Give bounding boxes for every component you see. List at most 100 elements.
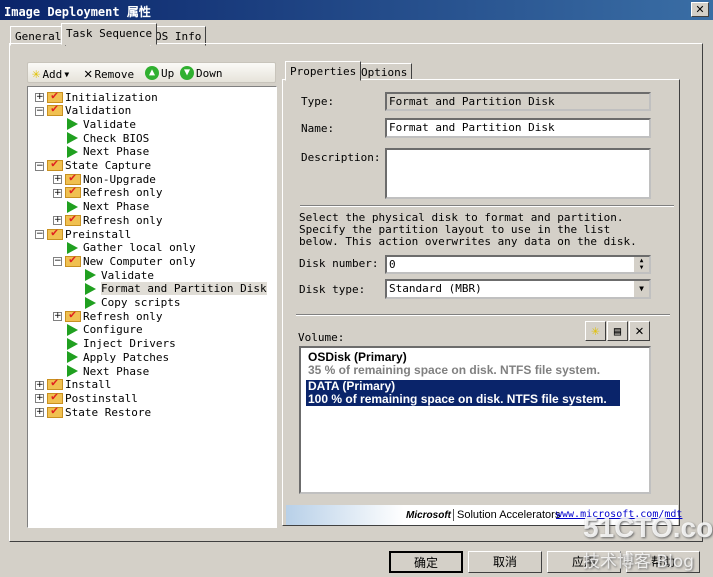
- step-play-icon: [85, 269, 96, 282]
- group-folder-icon: [47, 403, 63, 418]
- collapse-icon[interactable]: −: [35, 161, 44, 171]
- dropdown-arrow-icon: ▼: [64, 69, 70, 79]
- down-button[interactable]: ▼ Down: [180, 66, 223, 80]
- new-volume-button[interactable]: ✳: [585, 321, 606, 341]
- type-label: Type:: [301, 95, 335, 108]
- watermark-site: 51CTO.com: [583, 512, 713, 543]
- ok-button[interactable]: 确定: [389, 551, 463, 573]
- tree-item[interactable]: New Computer only: [65, 252, 196, 268]
- step-play-icon: [85, 282, 96, 295]
- divider: [296, 314, 670, 316]
- tree-item[interactable]: Preinstall: [47, 225, 132, 241]
- add-button[interactable]: ✳ Add ▼: [32, 66, 69, 82]
- tree-item-label: New Computer only: [83, 254, 196, 268]
- new-star-icon: ✳: [591, 323, 600, 339]
- tree-item-label: Install: [65, 378, 112, 392]
- tree-item[interactable]: Non-Upgrade: [65, 170, 156, 186]
- type-field: Format and Partition Disk: [385, 92, 651, 111]
- step-play-icon: [67, 132, 78, 145]
- disk-number-input[interactable]: 0 ▲ ▼: [385, 255, 651, 274]
- expand-icon[interactable]: +: [53, 188, 62, 198]
- volume-properties-button[interactable]: ▤: [607, 321, 628, 341]
- tree-item[interactable]: Validation: [47, 101, 131, 118]
- tab-properties[interactable]: Properties: [285, 61, 362, 81]
- properties-icon: ▤: [613, 324, 622, 338]
- group-folder-icon: [47, 156, 63, 171]
- tree-item-label: State Capture: [65, 159, 152, 172]
- disk-type-select[interactable]: Standard (MBR) ▼: [385, 279, 651, 299]
- collapse-icon[interactable]: −: [35, 230, 44, 239]
- disk-number-label: Disk number:: [299, 257, 379, 270]
- tree-item[interactable]: Next Phase: [65, 145, 149, 159]
- tree-item[interactable]: Copy scripts: [83, 296, 180, 310]
- watermark-sub: 技术博客 Blog: [583, 552, 694, 572]
- volume-item[interactable]: DATA (Primary) 100 % of remaining space o…: [306, 380, 620, 406]
- spinner-icon[interactable]: ▲ ▼: [634, 257, 649, 272]
- tree-item-label: Configure: [83, 323, 143, 337]
- group-folder-icon: [65, 307, 81, 322]
- up-button[interactable]: ▲ Up: [145, 66, 174, 80]
- task-sequence-tree[interactable]: +Initialization−ValidationValidateCheck …: [27, 86, 277, 528]
- tab-task-sequence[interactable]: Task Sequence: [61, 23, 158, 45]
- tree-item[interactable]: Gather local only: [65, 241, 196, 255]
- tree-item-label: Copy scripts: [101, 296, 181, 309]
- tree-item[interactable]: Validate: [65, 117, 136, 131]
- expand-icon[interactable]: +: [53, 175, 62, 185]
- collapse-icon[interactable]: −: [35, 106, 44, 116]
- expand-icon[interactable]: +: [35, 394, 44, 404]
- disk-type-label: Disk type:: [299, 283, 366, 296]
- tree-item[interactable]: Apply Patches: [65, 350, 169, 364]
- expand-icon[interactable]: +: [35, 93, 44, 102]
- tree-item[interactable]: Next Phase: [65, 364, 149, 378]
- volume-item[interactable]: OSDisk (Primary) 35 % of remaining space …: [306, 351, 602, 377]
- up-arrow-icon: ▲: [145, 66, 159, 80]
- tree-item[interactable]: State Capture: [47, 156, 152, 173]
- instructions-text: Select the physical disk to format and p…: [299, 211, 637, 248]
- tree-item[interactable]: Postinstall: [47, 389, 138, 405]
- down-arrow-icon: ▼: [180, 66, 194, 80]
- step-play-icon: [85, 296, 96, 309]
- tree-item-label: Postinstall: [65, 391, 138, 405]
- cancel-button[interactable]: 取消: [468, 551, 542, 573]
- tree-item[interactable]: Configure: [65, 323, 143, 337]
- tree-item-label: Apply Patches: [83, 350, 170, 364]
- chevron-down-icon[interactable]: ▼: [634, 281, 649, 297]
- step-play-icon: [67, 365, 78, 377]
- description-label: Description:: [301, 151, 381, 164]
- description-input[interactable]: [385, 148, 651, 199]
- close-button[interactable]: ✕: [691, 2, 709, 17]
- remove-button[interactable]: ✕ Remove: [84, 66, 134, 82]
- group-folder-icon: [65, 183, 81, 199]
- expand-icon[interactable]: +: [53, 312, 62, 322]
- tree-item[interactable]: Format and Partition Disk: [83, 282, 267, 296]
- collapse-icon[interactable]: −: [53, 257, 62, 267]
- divider: [300, 205, 674, 207]
- volume-detail: 100 % of remaining space on disk. NTFS f…: [308, 392, 607, 406]
- tree-item[interactable]: Inject Drivers: [65, 337, 176, 351]
- tree-item[interactable]: Validate: [83, 268, 154, 282]
- tree-item[interactable]: Refresh only: [65, 307, 163, 323]
- tree-item-label: Preinstall: [65, 227, 132, 241]
- tree-item[interactable]: Refresh only: [65, 183, 162, 200]
- tree-item[interactable]: Refresh only: [65, 211, 162, 227]
- volume-label: Volume:: [298, 331, 345, 344]
- tree-item-label: Refresh only: [83, 309, 163, 323]
- name-input[interactable]: Format and Partition Disk: [385, 118, 651, 138]
- name-label: Name:: [301, 122, 335, 135]
- expand-icon[interactable]: +: [35, 408, 44, 418]
- tree-item[interactable]: Initialization: [47, 88, 158, 104]
- tree-item[interactable]: Next Phase: [65, 200, 149, 214]
- tree-item-label: Next Phase: [83, 364, 150, 378]
- volume-list[interactable]: OSDisk (Primary) 35 % of remaining space …: [299, 346, 651, 494]
- step-play-icon: [67, 118, 78, 131]
- tree-item-label: Next Phase: [83, 200, 150, 214]
- microsoft-logo: Microsoft: [406, 510, 451, 521]
- tab-options[interactable]: Options: [356, 63, 413, 80]
- expand-icon[interactable]: +: [35, 380, 44, 390]
- step-play-icon: [67, 337, 78, 350]
- tree-item-label: Non-Upgrade: [83, 172, 156, 186]
- tree-item[interactable]: State Restore: [47, 403, 151, 419]
- delete-volume-button[interactable]: ✕: [629, 321, 650, 341]
- tree-item[interactable]: Check BIOS: [65, 131, 149, 145]
- group-folder-icon: [65, 252, 81, 267]
